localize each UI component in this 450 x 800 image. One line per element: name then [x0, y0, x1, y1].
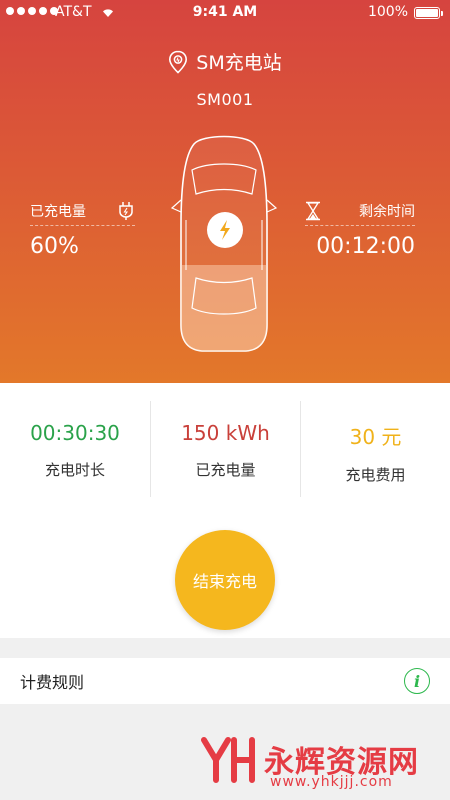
charged-amount-value: 60%: [30, 234, 79, 259]
charging-hero: AT&T 9:41 AM 100% SM充电站 SM001 已充电量 60% 剩…: [0, 0, 450, 383]
watermark-logo: [201, 737, 255, 783]
remaining-time-label: 剩余时间: [359, 203, 415, 220]
station-header: SM充电站: [0, 48, 450, 75]
metric-duration: 00:30:30 充电时长: [0, 401, 150, 497]
remaining-time-panel: 剩余时间 00:12:00: [305, 200, 415, 259]
battery-icon: [414, 7, 443, 19]
charged-amount-label: 已充电量: [30, 203, 86, 220]
watermark-url: www.yhkjjj.com: [270, 774, 393, 790]
hourglass-icon: [306, 201, 320, 220]
battery-percentage: 100%: [367, 4, 408, 20]
charged-amount-panel: 已充电量 60%: [30, 200, 135, 259]
station-name: SM充电站: [196, 52, 282, 74]
metric-energy: 150 kWh 已充电量: [150, 401, 300, 497]
status-bar: AT&T 9:41 AM 100%: [0, 0, 450, 26]
plug-icon: [119, 201, 133, 220]
metric-label: 充电时长: [44, 461, 105, 479]
station-code: SM001: [196, 90, 254, 109]
location-pin-icon: [169, 50, 188, 74]
charging-bolt-icon: [207, 212, 243, 248]
billing-rules-row[interactable]: 计费规则 i: [0, 658, 450, 704]
remaining-time-value: 00:12:00: [316, 234, 415, 259]
metric-label: 充电费用: [345, 466, 406, 484]
metric-value: 00:30:30: [30, 421, 120, 445]
info-icon[interactable]: i: [404, 668, 430, 694]
end-charging-button[interactable]: 结束充电: [175, 530, 275, 630]
charging-metrics: 00:30:30 充电时长 150 kWh 已充电量 30 元 充电费用 结束充…: [0, 383, 450, 638]
metric-label: 已充电量: [195, 461, 256, 479]
metric-value: 30 元: [349, 425, 402, 449]
billing-rules-label: 计费规则: [20, 673, 85, 692]
watermark: 永辉资源网 www.yhkjjj.com: [200, 734, 419, 790]
metric-value: 150 kWh: [181, 421, 270, 445]
metric-cost: 30 元 充电费用: [300, 401, 450, 497]
